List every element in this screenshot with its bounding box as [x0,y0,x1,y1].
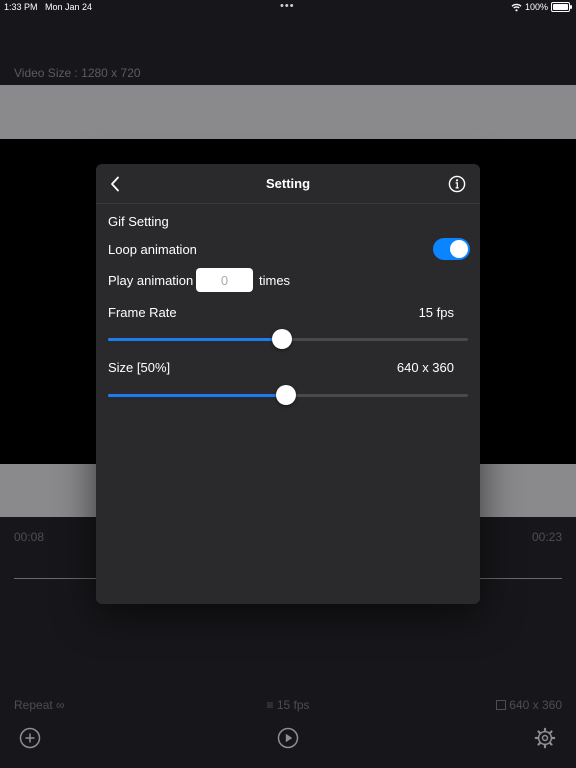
play-circle-icon [277,727,299,749]
size-label: Size [50%] [108,360,171,375]
info-icon [448,175,466,193]
dialog-title: Setting [265,176,311,191]
add-button[interactable] [19,727,41,749]
slider-thumb[interactable] [276,385,297,405]
slider-fill [108,394,287,397]
dimensions-text: 640 x 360 [509,698,562,712]
loop-toggle[interactable] [433,238,470,260]
status-bar: 1:33 PM Mon Jan 24 ••• 100% [0,0,576,16]
times-label: times [259,273,291,288]
size-slider[interactable] [108,385,468,405]
play-button[interactable] [277,727,299,749]
plus-circle-icon [19,727,41,749]
trim-end-time: 00:23 [531,530,562,544]
multitasking-dots-icon[interactable]: ••• [280,0,295,12]
dimensions-info: 640 x 360 [496,698,562,712]
slider-fill [108,338,282,341]
frame-rate-value: 15 fps [418,305,454,320]
settings-button[interactable] [534,727,556,749]
info-button[interactable] [447,174,467,194]
status-date: Mon Jan 24 [45,2,93,12]
frame-rate-label: Frame Rate [108,305,177,320]
video-letterbox-top [0,85,576,139]
battery-icon [551,2,572,12]
play-label: Play animation [108,273,194,288]
status-time: 1:33 PM [4,2,38,12]
status-right: 100% [511,2,572,12]
settings-dialog: Setting Gif Setting Loop animation Play … [96,164,480,604]
video-size-label: Video Size : 1280 x 720 [14,66,141,80]
section-heading: Gif Setting [108,214,169,229]
size-value: 640 x 360 [396,360,454,375]
trim-start-time: 00:08 [14,530,45,544]
slider-thumb[interactable] [271,329,292,349]
frame-rate-slider[interactable] [108,329,468,349]
timeline-left[interactable] [14,578,96,579]
gear-icon [534,727,556,749]
toggle-knob [450,240,468,258]
play-count-input[interactable] [196,268,253,292]
loop-label: Loop animation [108,242,197,257]
frame-icon [496,700,507,710]
dialog-header: Setting [96,164,480,204]
fps-info: ≡ 15 fps [266,698,310,712]
wifi-icon [511,3,522,11]
battery-percent: 100% [524,2,548,12]
timeline-right[interactable] [480,578,562,579]
